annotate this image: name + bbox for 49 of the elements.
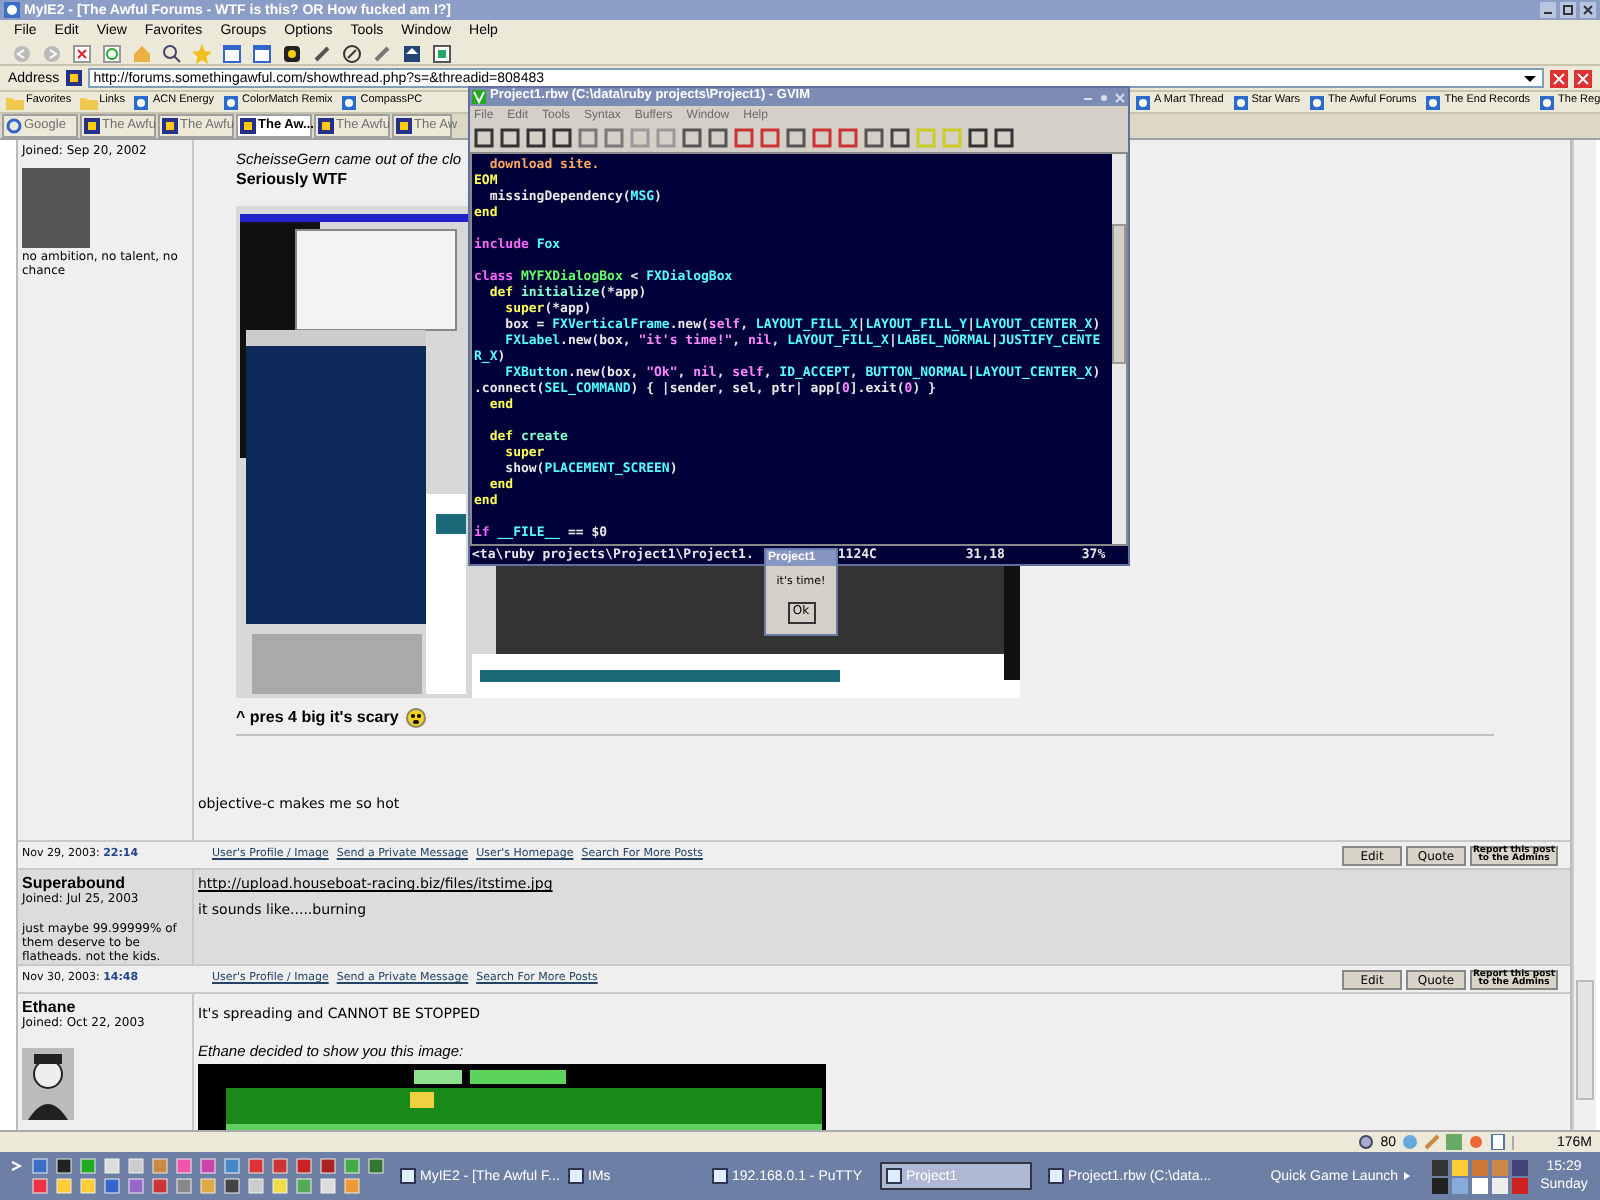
window-icon (886, 1168, 902, 1184)
globe-icon (1402, 1134, 1418, 1150)
emoticon-icon (406, 708, 427, 728)
post-text: ^ pres 4 big it's scary (236, 708, 399, 728)
page-icon (132, 93, 151, 111)
window-icon (400, 1168, 416, 1184)
maximize-icon[interactable] (1560, 2, 1576, 18)
username: Superabound (22, 874, 128, 892)
username: Ethane (22, 998, 78, 1016)
image-icon (1446, 1134, 1462, 1150)
page-icon (1231, 93, 1250, 111)
forum-icon (162, 118, 178, 134)
browser-icon (4, 2, 20, 18)
page-icon (65, 70, 82, 86)
forum-icon (84, 118, 100, 134)
window-icon (1048, 1168, 1064, 1184)
window-icon[interactable] (252, 43, 272, 63)
window-icon (568, 1168, 584, 1184)
stop-icon[interactable] (72, 43, 92, 63)
minimize-icon[interactable] (1540, 2, 1556, 18)
page-icon (1134, 93, 1152, 111)
zoom-icon (1358, 1134, 1375, 1150)
grip-icon (8, 1158, 24, 1174)
close-icon[interactable] (1580, 2, 1596, 18)
brush-icon (1424, 1134, 1440, 1150)
page-icon (1538, 93, 1557, 111)
g-letter-icon (6, 118, 22, 134)
scrollbar[interactable] (1112, 154, 1126, 544)
page-icon (222, 93, 241, 111)
post-text: Seriously WTF (236, 170, 348, 188)
refresh-icon[interactable] (102, 43, 122, 63)
circle-icon[interactable] (342, 43, 362, 63)
photo-placeholder (22, 168, 90, 248)
flower-icon (1468, 1134, 1484, 1150)
window-icon (712, 1168, 728, 1184)
dropdown-arrow-icon[interactable] (1522, 71, 1538, 85)
caret-icon[interactable] (1402, 1170, 1412, 1182)
page-icon (1424, 93, 1443, 111)
forum-icon (396, 118, 412, 134)
upload-icon[interactable] (402, 43, 422, 63)
vim-icon (472, 90, 486, 104)
scrollbar[interactable] (1572, 140, 1596, 1130)
window-icon[interactable] (222, 43, 242, 63)
forum-icon (318, 118, 334, 134)
page-icon (340, 93, 359, 111)
star-icon[interactable] (192, 43, 212, 63)
page-icon (1308, 93, 1326, 111)
search-icon[interactable] (162, 43, 182, 63)
forum-icon (240, 118, 256, 134)
